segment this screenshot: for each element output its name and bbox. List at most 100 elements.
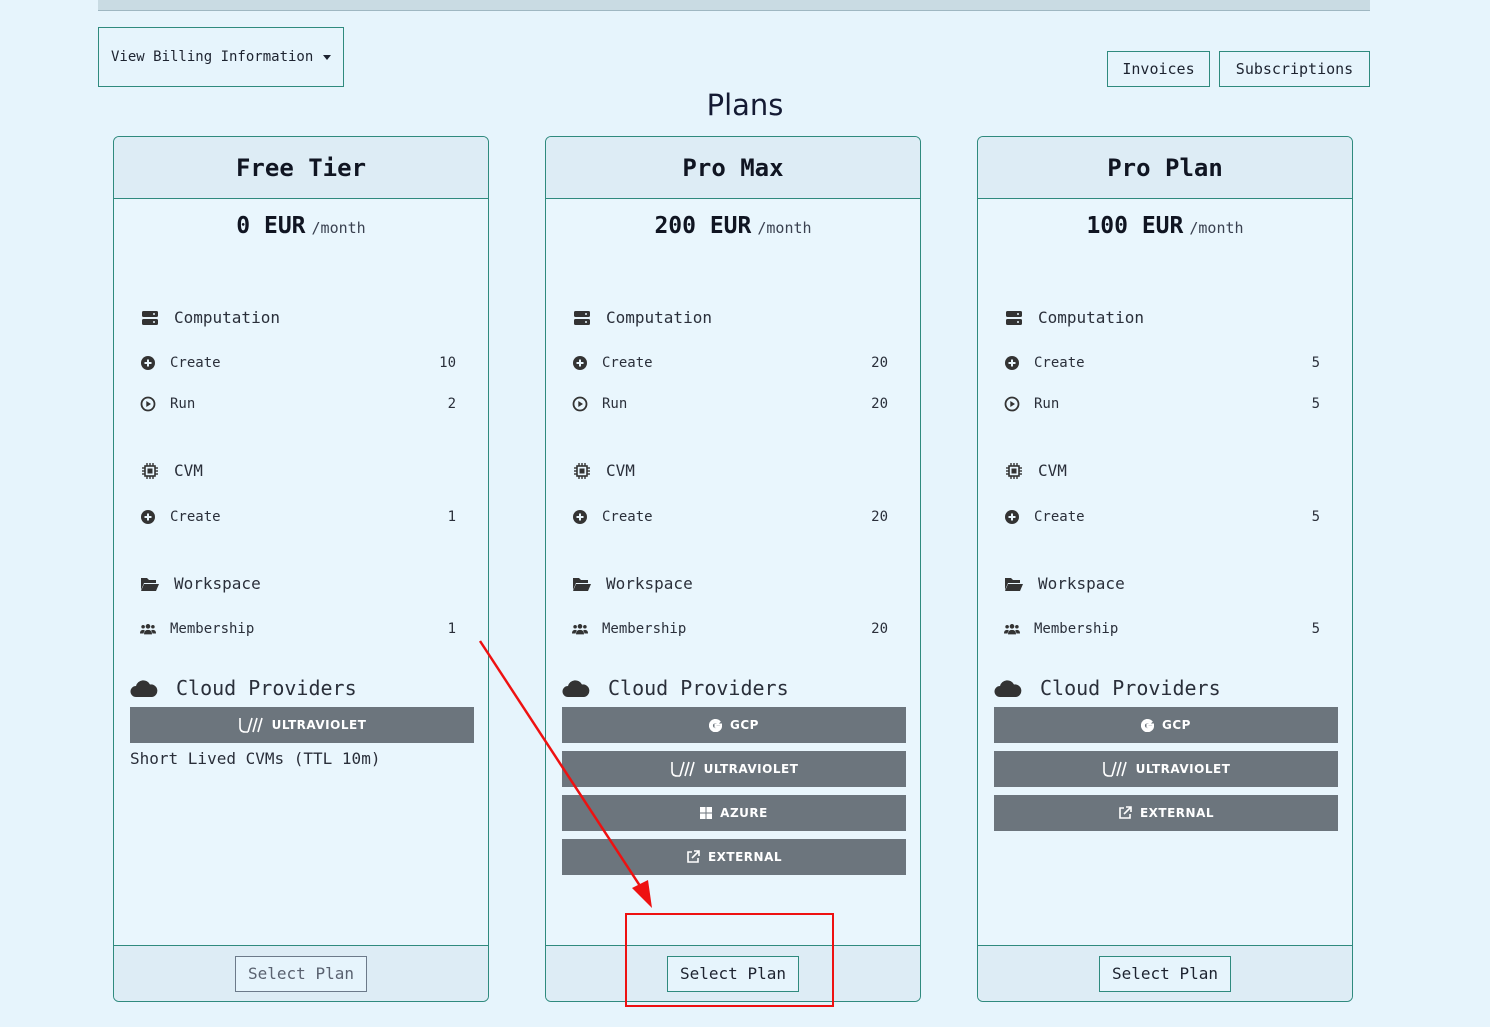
ultraviolet-icon <box>1102 761 1128 777</box>
provider-button-ultraviolet[interactable]: ULTRAVIOLET <box>994 751 1338 787</box>
plan-card: Pro Max 200 EUR/month Computation Create 20 R… <box>545 136 921 1002</box>
price-period: /month <box>311 219 366 237</box>
cloud-providers-title: Cloud Providers <box>130 676 357 700</box>
cloud-icon <box>130 678 158 698</box>
ultraviolet-icon <box>238 717 264 733</box>
plus-circle-icon <box>1004 509 1020 525</box>
computation-create-row-value: 20 <box>871 355 888 371</box>
plan-note: Short Lived CVMs (TTL 10m) <box>130 749 381 768</box>
provider-label: GCP <box>730 718 759 732</box>
plan-price: 100 EUR/month <box>978 213 1352 239</box>
folder-open-icon <box>140 576 160 592</box>
plus-circle-icon <box>1004 355 1020 371</box>
provider-button-ultraviolet[interactable]: ULTRAVIOLET <box>130 707 474 743</box>
computation-create-row-label: Create <box>1034 355 1085 371</box>
price-amount: 0 EUR <box>236 213 306 239</box>
select-plan-button[interactable]: Select Plan <box>1099 955 1231 992</box>
computation-run-row-label: Run <box>602 396 628 412</box>
cvm-create-row-label: Create <box>602 509 653 525</box>
cvm-create-row: Create 20 <box>572 509 888 525</box>
computation-section: Computation <box>572 308 712 327</box>
computation-create-row-label: Create <box>602 355 653 371</box>
play-circle-icon <box>140 396 156 412</box>
workspace-section-label: Workspace <box>174 574 261 593</box>
cloud-providers-label: Cloud Providers <box>176 676 357 700</box>
cvm-section-label: CVM <box>1038 461 1067 480</box>
select-plan-button[interactable]: Select Plan <box>235 955 367 992</box>
cvm-section: CVM <box>1004 461 1067 480</box>
plan-footer: Select Plan <box>978 945 1352 1001</box>
provider-button-external[interactable]: EXTERNAL <box>562 839 906 875</box>
top-bar <box>98 0 1370 11</box>
price-amount: 200 EUR <box>654 213 752 239</box>
billing-dropdown-label: View Billing Information <box>111 49 314 65</box>
plan-name: Pro Max <box>546 137 920 199</box>
computation-section-label: Computation <box>174 308 280 327</box>
computation-section: Computation <box>1004 308 1144 327</box>
computation-run-row-label: Run <box>170 396 196 412</box>
cvm-create-row-label: Create <box>170 509 221 525</box>
provider-button-azure[interactable]: AZURE <box>562 795 906 831</box>
subscriptions-button[interactable]: Subscriptions <box>1219 51 1370 87</box>
provider-label: EXTERNAL <box>707 850 783 864</box>
computation-run-row-label: Run <box>1034 396 1060 412</box>
provider-label: ULTRAVIOLET <box>1135 762 1231 776</box>
computation-create-row: Create 20 <box>572 355 888 371</box>
workspace-section-label: Workspace <box>1038 574 1125 593</box>
provider-label: AZURE <box>720 806 768 820</box>
windows-icon <box>700 807 713 819</box>
provider-button-gcp[interactable]: GCP <box>994 707 1338 743</box>
cvm-section: CVM <box>140 461 203 480</box>
folder-open-icon <box>572 576 592 592</box>
google-icon <box>1141 718 1155 732</box>
workspace-membership-row-value: 1 <box>447 621 456 637</box>
billing-dropdown[interactable]: View Billing Information <box>98 27 344 87</box>
cloud-icon <box>562 678 590 698</box>
chip-icon <box>572 462 592 479</box>
workspace-section-label: Workspace <box>606 574 693 593</box>
workspace-membership-row-label: Membership <box>602 621 687 637</box>
external-link-icon <box>686 850 700 864</box>
computation-section: Computation <box>140 308 280 327</box>
cvm-create-row-value: 20 <box>871 509 888 525</box>
computation-create-row-value: 5 <box>1311 355 1320 371</box>
invoices-button[interactable]: Invoices <box>1107 51 1210 87</box>
plus-circle-icon <box>140 355 156 371</box>
server-icon <box>1004 310 1024 326</box>
provider-button-gcp[interactable]: GCP <box>562 707 906 743</box>
computation-run-row: Run 5 <box>1004 396 1320 412</box>
users-icon <box>1004 621 1020 637</box>
server-icon <box>140 310 160 326</box>
cloud-providers-label: Cloud Providers <box>608 676 789 700</box>
workspace-membership-row-label: Membership <box>1034 621 1119 637</box>
provider-button-ultraviolet[interactable]: ULTRAVIOLET <box>562 751 906 787</box>
users-icon <box>572 621 588 637</box>
chip-icon <box>1004 462 1024 479</box>
workspace-section: Workspace <box>140 574 261 593</box>
plan-price: 0 EUR/month <box>114 213 488 239</box>
cvm-section-label: CVM <box>606 461 635 480</box>
provider-label: EXTERNAL <box>1139 806 1215 820</box>
provider-label: GCP <box>1162 718 1191 732</box>
plan-footer: Select Plan <box>114 945 488 1001</box>
workspace-membership-row: Membership 5 <box>1004 621 1320 637</box>
folder-open-icon <box>1004 576 1024 592</box>
provider-button-external[interactable]: EXTERNAL <box>994 795 1338 831</box>
plan-name: Pro Plan <box>978 137 1352 199</box>
cvm-create-row: Create 1 <box>140 509 456 525</box>
price-period: /month <box>1189 219 1244 237</box>
cvm-create-row: Create 5 <box>1004 509 1320 525</box>
page-title: Plans <box>706 88 784 122</box>
cloud-icon <box>994 678 1022 698</box>
cvm-create-row-value: 1 <box>447 509 456 525</box>
cloud-providers-title: Cloud Providers <box>994 676 1221 700</box>
computation-run-row: Run 2 <box>140 396 456 412</box>
computation-run-row-value: 5 <box>1311 396 1320 412</box>
plan-card: Pro Plan 100 EUR/month Computation Create 5 R… <box>977 136 1353 1002</box>
cloud-providers-title: Cloud Providers <box>562 676 789 700</box>
cvm-create-row-label: Create <box>1034 509 1085 525</box>
annotation-highlight-box <box>625 913 834 1007</box>
play-circle-icon <box>1004 396 1020 412</box>
workspace-membership-row: Membership 1 <box>140 621 456 637</box>
plus-circle-icon <box>140 509 156 525</box>
